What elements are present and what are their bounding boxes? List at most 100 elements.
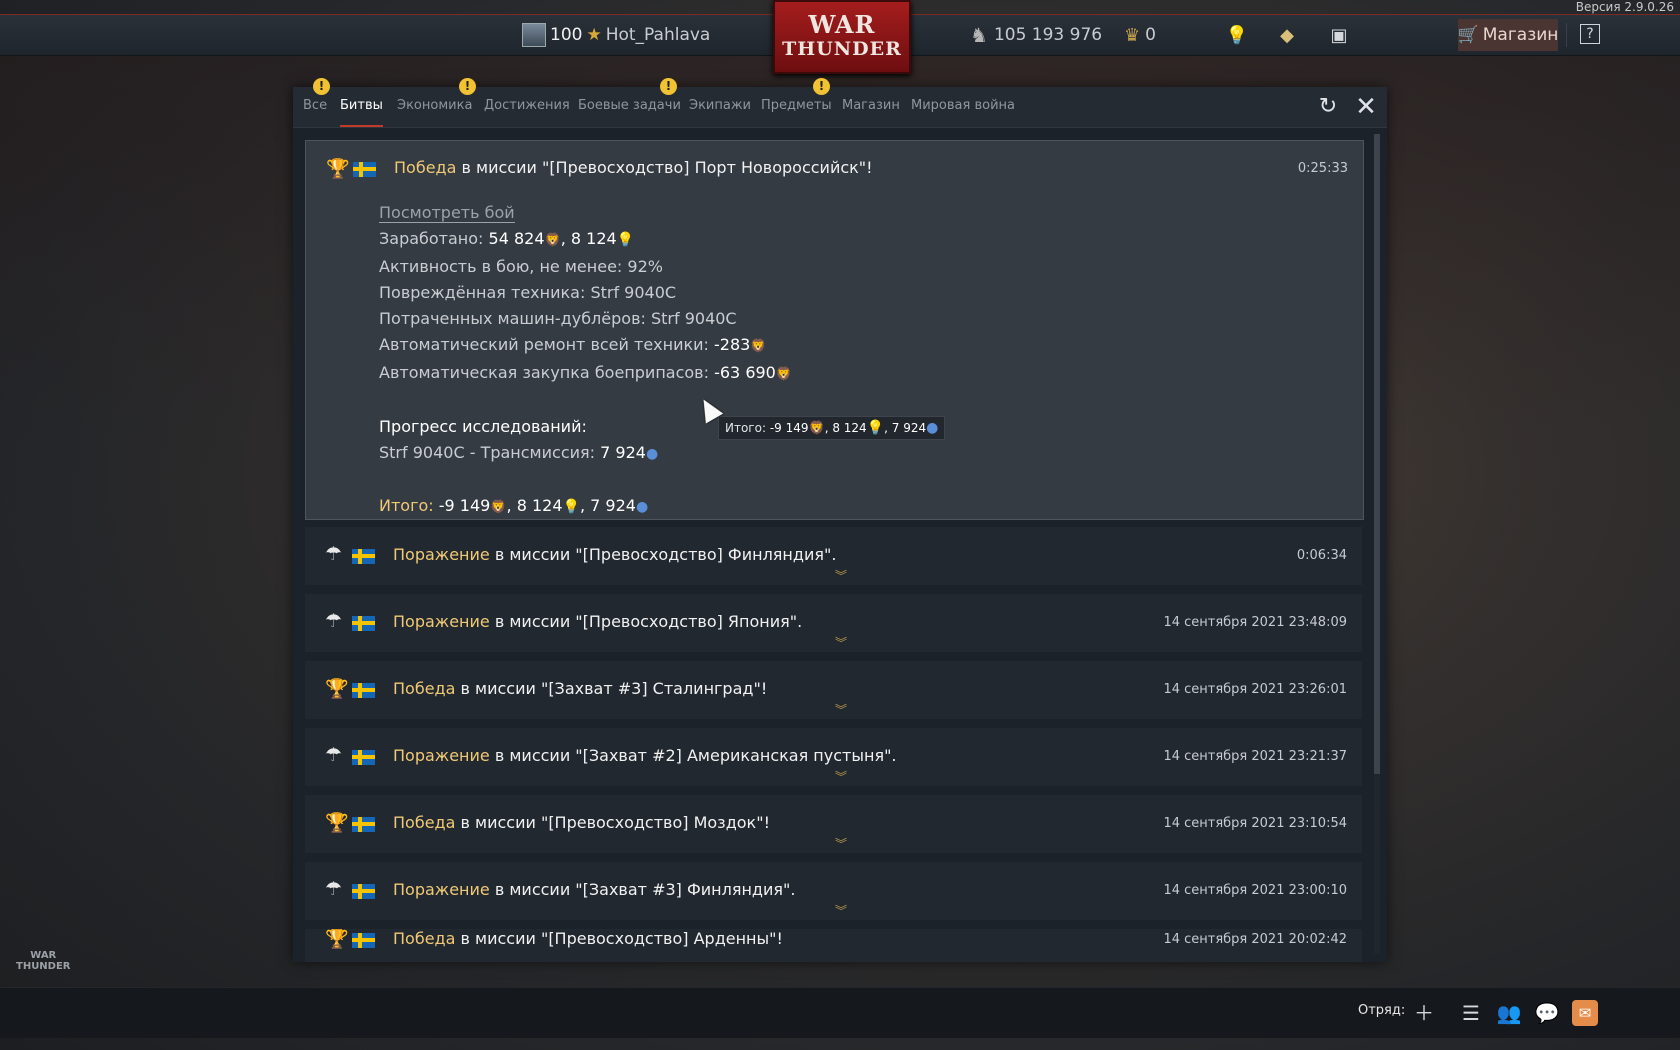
cart-icon: 🛒 <box>1457 25 1479 45</box>
player-name: Hot_Pahlava <box>605 25 711 45</box>
logo-text-thunder: THUNDER <box>782 38 902 60</box>
earned-line: Заработано: 54 824🦁, 8 124💡 <box>379 226 792 254</box>
watermark-line1: WAR <box>30 950 57 961</box>
tab-all[interactable]: Все ! <box>303 78 330 127</box>
shop-button[interactable]: 🛒 Магазин <box>1458 19 1558 51</box>
add-squad-member-icon[interactable]: ＋ <box>1411 1000 1437 1026</box>
logo-text-war: WAR <box>808 10 876 39</box>
tooltip-silver: -9 149 <box>769 421 809 435</box>
player-rank: 100 <box>550 25 583 45</box>
battle-result: Поражение <box>393 612 490 631</box>
tab-achievements[interactable]: Достижения <box>484 87 570 127</box>
total-silver: -9 149 <box>433 496 491 515</box>
lightbulb-icon[interactable]: 💡 <box>1224 22 1250 48</box>
battle-entry[interactable]: 🏆 Победа в миссии "[Превосходство] Моздо… <box>305 795 1362 853</box>
battle-entry[interactable]: 🏆 Победа в миссии "[Превосходство] Арден… <box>305 929 1362 962</box>
war-thunder-logo[interactable]: WAR THUNDER <box>773 0 911 74</box>
sweden-flag-icon <box>353 162 376 177</box>
battle-entry[interactable]: ☂ Поражение в миссии "[Захват #3] Финлян… <box>305 862 1362 920</box>
tab-label: Достижения <box>484 98 570 113</box>
scrollbar-thumb[interactable] <box>1374 134 1380 774</box>
contacts-icon[interactable]: 👥 <box>1496 1000 1522 1026</box>
battle-title: Победа в миссии "[Превосходство] Моздок"… <box>393 813 770 832</box>
battle-title: Поражение в миссии "[Захват #3] Финлянди… <box>393 880 795 899</box>
tab-battle-tasks[interactable]: Боевые задачи ! <box>578 78 681 127</box>
avatar[interactable] <box>522 23 546 47</box>
battle-result: Победа <box>393 679 456 698</box>
total-label: Итого: <box>379 496 434 515</box>
damaged-vehicles-line: Повреждённая техника: Strf 9040C <box>379 283 677 302</box>
premium-diamond-icon[interactable]: ◆ <box>1274 22 1300 48</box>
tooltip-rp2: , 7 924 <box>884 421 927 435</box>
tab-label: Экипажи <box>689 98 752 113</box>
battle-entry[interactable]: ☂ Поражение в миссии "[Превосходство] Яп… <box>305 594 1362 652</box>
chevron-down-icon[interactable]: ︾ <box>835 768 847 785</box>
mission-name: в миссии "[Превосходство] Порт Новоросси… <box>456 158 873 177</box>
chevron-down-icon[interactable]: ︾ <box>835 701 847 718</box>
tab-crews[interactable]: Экипажи <box>689 87 751 127</box>
rank-star-icon: ★ <box>586 25 602 45</box>
silver-lion-icon: 🦁 <box>750 339 767 354</box>
userlog-window: Все ! Битвы Экономика ! Достижения Боевы… <box>293 78 1387 962</box>
help-button[interactable]: ? <box>1580 24 1600 44</box>
battle-time: 14 сентября 2021 23:26:01 <box>1163 682 1347 697</box>
research-bulb-icon: 💡 <box>866 420 885 436</box>
battle-entry[interactable]: ☂ Поражение в миссии "[Захват #2] Америк… <box>305 728 1362 786</box>
tab-battles[interactable]: Битвы <box>340 87 383 127</box>
tab-economy[interactable]: Экономика ! <box>397 78 476 127</box>
battle-result: Поражение <box>393 545 490 564</box>
battle-pass-icon[interactable]: ▣ <box>1326 22 1352 48</box>
battle-title: Победа в миссии "[Превосходство] Арденны… <box>393 929 783 948</box>
tab-shop[interactable]: Магазин <box>842 87 900 127</box>
mail-icon[interactable]: ✉ <box>1572 1000 1598 1026</box>
golden-eagles-balance[interactable]: ♛ 0 <box>1124 15 1156 55</box>
sweden-flag-icon <box>352 884 375 899</box>
chevron-down-icon[interactable]: ︾ <box>835 902 847 919</box>
trophy-icon: 🏆 <box>325 678 349 700</box>
total-rp: , 8 124 <box>506 496 563 515</box>
battle-title: Поражение в миссии "[Захват #2] Американ… <box>393 746 897 765</box>
silver-lions-balance[interactable]: ♞ 105 193 976 <box>970 15 1102 55</box>
watermark-line2: THUNDER <box>16 961 71 972</box>
view-battle-link[interactable]: Посмотреть бой <box>379 203 515 223</box>
tab-world-war[interactable]: Мировая война <box>911 87 1015 127</box>
battle-result: Поражение <box>393 880 490 899</box>
silver-lion-icon: 🦁 <box>490 500 507 515</box>
total-line: Итого: -9 149🦁, 8 124💡, 7 924● <box>379 493 792 521</box>
battle-time: 14 сентября 2021 20:02:42 <box>1163 932 1347 947</box>
research-item: Strf 9040C - Трансмиссия: <box>379 443 601 462</box>
war-thunder-watermark: WAR THUNDER <box>16 950 71 972</box>
tab-items[interactable]: Предметы ! <box>761 78 832 127</box>
shop-button-label: Магазин <box>1482 25 1559 45</box>
sweden-flag-icon <box>352 750 375 765</box>
battle-time: 0:06:34 <box>1296 548 1347 563</box>
chat-icon[interactable]: 💬 <box>1534 1000 1560 1026</box>
refresh-icon[interactable]: ↻ <box>1315 94 1341 120</box>
tab-label: Мировая война <box>911 98 1015 113</box>
battle-result: Победа <box>394 158 457 177</box>
sweden-flag-icon <box>352 616 375 631</box>
sweden-flag-icon <box>352 933 375 948</box>
chevron-down-icon[interactable]: ︾ <box>835 567 847 584</box>
silver-lion-icon: 🦁 <box>775 367 793 382</box>
ammo-line: Автоматическая закупка боеприпасов: -63 … <box>379 360 792 388</box>
total-rp2: , 7 924 <box>579 496 636 515</box>
trophy-icon: 🏆 <box>325 812 349 834</box>
chevron-down-icon[interactable]: ︾ <box>835 634 847 651</box>
battle-entry[interactable]: ☂ Поражение в миссии "[Превосходство] Фи… <box>305 527 1362 585</box>
list-icon[interactable]: ☰ <box>1458 1000 1484 1026</box>
version-label: Версия 2.9.0.26 <box>1575 0 1674 14</box>
bottom-bar: Отряд: ＋ ☰ 👥 💬 ✉ <box>0 987 1680 1038</box>
warning-icon: ! <box>813 78 830 95</box>
battle-entry[interactable]: 🏆 Победа в миссии "[Захват #3] Сталингра… <box>305 661 1362 719</box>
chevron-down-icon[interactable]: ︾ <box>835 835 847 852</box>
player-profile[interactable]: 100 ★ Hot_Pahlava <box>522 15 710 55</box>
battle-entry-expanded[interactable]: 🏆 Победа в миссии "[Превосходство] Порт … <box>305 140 1364 520</box>
battle-time: 14 сентября 2021 23:00:10 <box>1163 883 1347 898</box>
tab-bar: Все ! Битвы Экономика ! Достижения Боевы… <box>293 78 1387 128</box>
research-point-icon: ● <box>645 446 659 462</box>
mission-name: в миссии "[Захват #2] Американская пусты… <box>489 746 897 765</box>
close-icon[interactable]: ✕ <box>1353 94 1379 120</box>
ammo-label: Автоматическая закупка боеприпасов: <box>379 363 715 382</box>
